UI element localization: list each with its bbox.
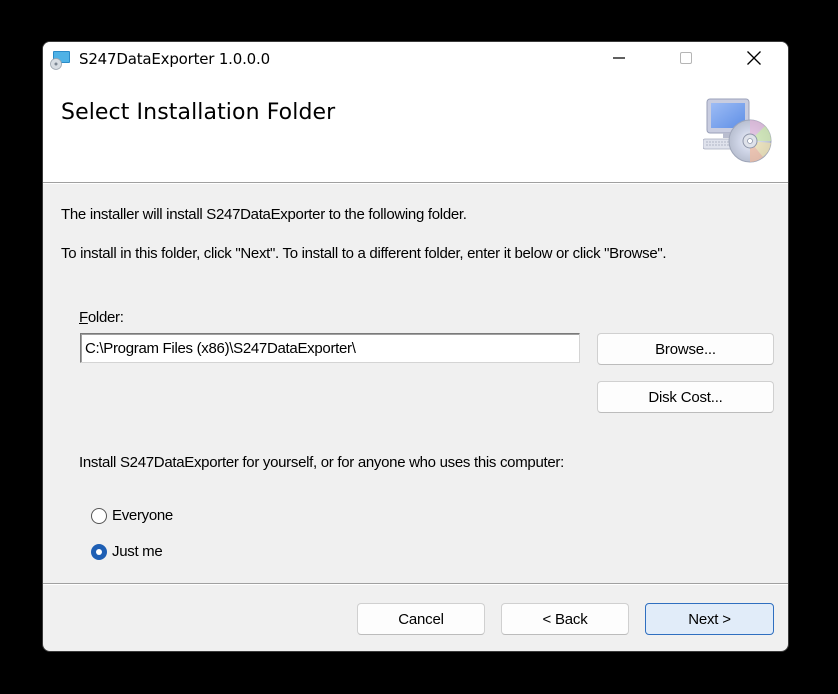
computer-cd-icon (702, 97, 775, 165)
page-title: Select Installation Folder (61, 100, 336, 125)
maximize-button[interactable] (663, 42, 709, 78)
folder-label: Folder: (79, 309, 124, 326)
next-button[interactable]: Next > (645, 603, 774, 635)
radio-just-me[interactable]: Just me (91, 543, 163, 560)
browse-button[interactable]: Browse... (597, 333, 774, 365)
minimize-button[interactable] (596, 42, 642, 78)
window-title: S247DataExporter 1.0.0.0 (79, 50, 270, 68)
disk-cost-button[interactable]: Disk Cost... (597, 381, 774, 413)
radio-everyone[interactable]: Everyone (91, 507, 173, 524)
cancel-button[interactable]: Cancel (357, 603, 485, 635)
radio-just-me-circle[interactable] (91, 543, 107, 560)
close-button[interactable] (731, 42, 777, 78)
intro-text: The installer will install S247DataExpor… (61, 206, 467, 223)
maximize-icon (679, 51, 693, 70)
radio-just-me-label: Just me (112, 543, 163, 560)
wizard-header: Select Installation Folder (43, 78, 788, 183)
radio-everyone-label: Everyone (112, 507, 173, 524)
back-button[interactable]: < Back (501, 603, 629, 635)
installer-app-icon (49, 50, 71, 70)
instruction-text: To install in this folder, click "Next".… (61, 245, 667, 262)
radio-everyone-circle[interactable] (91, 507, 107, 524)
folder-label-text: older: (87, 309, 124, 326)
title-bar[interactable]: S247DataExporter 1.0.0.0 (43, 42, 788, 78)
minimize-icon (612, 51, 626, 70)
footer-divider (43, 583, 788, 585)
folder-path-input[interactable] (80, 333, 580, 363)
folder-label-mnemonic: F (79, 309, 88, 326)
installer-window: S247DataExporter 1.0.0.0 Select Installa… (42, 41, 789, 652)
close-icon (746, 50, 762, 71)
install-scope-prompt: Install S247DataExporter for yourself, o… (79, 454, 564, 471)
